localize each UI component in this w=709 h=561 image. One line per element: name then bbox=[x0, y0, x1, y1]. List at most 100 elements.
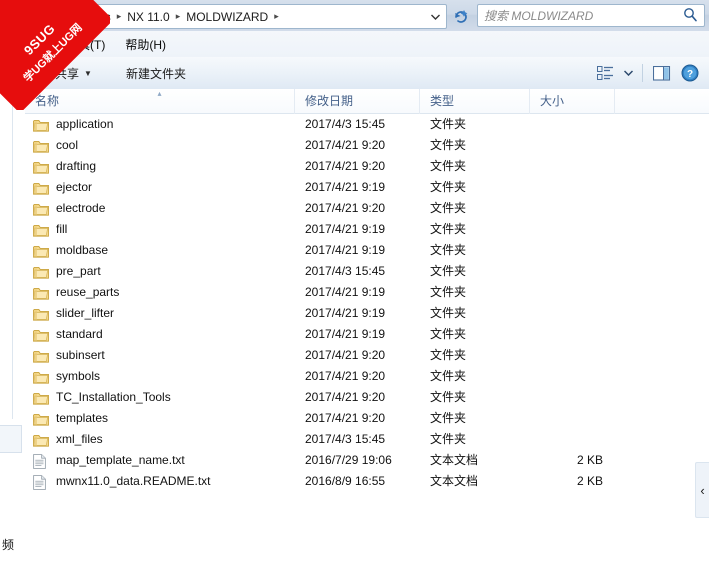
search-box[interactable]: 搜索 MOLDWIZARD bbox=[477, 4, 705, 27]
file-date-cell: 2017/4/21 9:19 bbox=[305, 222, 386, 236]
file-name-label: application bbox=[56, 117, 114, 131]
file-name-cell[interactable]: electrode bbox=[25, 198, 295, 219]
file-name-cell[interactable]: ejector bbox=[25, 177, 295, 198]
table-row[interactable]: ejector 2017/4/21 9:19 文件夹 bbox=[25, 177, 709, 198]
preview-pane-button[interactable] bbox=[649, 61, 675, 85]
file-name-cell[interactable]: moldbase bbox=[25, 240, 295, 261]
file-date-cell: 2017/4/21 9:20 bbox=[305, 159, 386, 173]
search-icon[interactable] bbox=[683, 7, 698, 25]
file-name-cell[interactable]: mwnx11.0_data.README.txt bbox=[25, 471, 295, 492]
file-name-cell[interactable]: drafting bbox=[25, 156, 295, 177]
column-header-row: ▴ 名称 修改日期 类型 大小 bbox=[25, 88, 709, 114]
file-list[interactable]: application 2017/4/3 15:45 文件夹 cool 2017/4/2… bbox=[25, 114, 709, 514]
file-name-cell[interactable]: cool bbox=[25, 135, 295, 156]
help-button[interactable]: ? bbox=[677, 61, 703, 85]
view-options-button[interactable] bbox=[592, 61, 618, 85]
file-name-cell[interactable]: slider_lifter bbox=[25, 303, 295, 324]
file-name-cell[interactable]: standard bbox=[25, 324, 295, 345]
folder-icon bbox=[33, 203, 49, 216]
folder-icon bbox=[33, 244, 49, 258]
table-row[interactable]: subinsert 2017/4/21 9:20 文件夹 bbox=[25, 345, 709, 366]
file-name-cell[interactable]: map_template_name.txt bbox=[25, 450, 295, 471]
menu-help[interactable]: 帮助(H) bbox=[115, 33, 176, 56]
file-name-label: mwnx11.0_data.README.txt bbox=[56, 474, 211, 488]
folder-icon bbox=[33, 223, 49, 237]
table-row[interactable]: standard 2017/4/21 9:19 文件夹 bbox=[25, 324, 709, 345]
help-icon: ? bbox=[681, 64, 699, 82]
breadcrumb-separator-2[interactable]: ▸ bbox=[271, 11, 282, 22]
file-name-cell[interactable]: templates bbox=[25, 408, 295, 429]
table-row[interactable]: symbols 2017/4/21 9:20 文件夹 bbox=[25, 366, 709, 387]
breadcrumb-separator-1[interactable]: ▸ bbox=[173, 11, 184, 22]
file-name-cell[interactable]: xml_files bbox=[25, 429, 295, 450]
table-row[interactable]: cool 2017/4/21 9:20 文件夹 bbox=[25, 135, 709, 156]
table-row[interactable]: application 2017/4/3 15:45 文件夹 bbox=[25, 114, 709, 135]
file-name-label: standard bbox=[56, 327, 103, 341]
breadcrumb-item-0[interactable]: Siemens bbox=[61, 10, 114, 24]
preview-pane-icon bbox=[653, 65, 671, 81]
folder-icon bbox=[33, 412, 49, 426]
chevron-down-icon bbox=[623, 70, 633, 76]
chevron-down-icon[interactable] bbox=[428, 10, 442, 24]
text-file-icon bbox=[33, 453, 49, 469]
file-name-cell[interactable]: subinsert bbox=[25, 345, 295, 366]
nav-pane-partial-item[interactable] bbox=[0, 425, 22, 453]
share-button[interactable]: 共享 ▼ bbox=[46, 61, 101, 86]
file-date-cell: 2017/4/21 9:19 bbox=[305, 285, 386, 299]
column-header-spacer[interactable] bbox=[615, 89, 709, 114]
table-row[interactable]: xml_files 2017/4/3 15:45 文件夹 bbox=[25, 429, 709, 450]
file-type-cell: 文件夹 bbox=[430, 369, 467, 383]
new-folder-button[interactable]: 新建文件夹 bbox=[117, 61, 195, 86]
table-row[interactable]: pre_part 2017/4/3 15:45 文件夹 bbox=[25, 261, 709, 282]
table-row[interactable]: map_template_name.txt 2016/7/29 19:06 文本文档… bbox=[25, 450, 709, 471]
column-header-name[interactable]: ▴ 名称 bbox=[25, 88, 295, 114]
table-row[interactable]: templates 2017/4/21 9:20 文件夹 bbox=[25, 408, 709, 429]
file-name-cell[interactable]: symbols bbox=[25, 366, 295, 387]
collapse-pane-handle[interactable]: ‹ bbox=[695, 462, 709, 518]
folder-icon bbox=[33, 433, 49, 447]
folder-icon bbox=[33, 413, 49, 426]
table-row[interactable]: electrode 2017/4/21 9:20 文件夹 bbox=[25, 198, 709, 219]
breadcrumb-separator-0[interactable]: ▸ bbox=[114, 11, 125, 22]
folder-icon bbox=[33, 350, 49, 363]
table-row[interactable]: fill 2017/4/21 9:19 文件夹 bbox=[25, 219, 709, 240]
file-type-cell: 文件夹 bbox=[430, 411, 467, 425]
file-date-cell: 2016/7/29 19:06 bbox=[305, 453, 392, 467]
table-row[interactable]: moldbase 2017/4/21 9:19 文件夹 bbox=[25, 240, 709, 261]
column-header-type[interactable]: 类型 bbox=[420, 88, 530, 114]
folder-icon bbox=[33, 119, 49, 132]
command-toolbar: 共享 ▼ 新建文件夹 ? bbox=[0, 57, 709, 90]
refresh-button[interactable] bbox=[450, 5, 472, 26]
table-row[interactable]: drafting 2017/4/21 9:20 文件夹 bbox=[25, 156, 709, 177]
file-size-cell bbox=[530, 240, 615, 261]
table-row[interactable]: reuse_parts 2017/4/21 9:19 文件夹 bbox=[25, 282, 709, 303]
file-size-cell bbox=[530, 387, 615, 408]
folder-icon bbox=[33, 308, 49, 321]
column-header-size[interactable]: 大小 bbox=[530, 88, 615, 114]
file-name-cell[interactable]: pre_part bbox=[25, 261, 295, 282]
file-name-cell[interactable]: TC_Installation_Tools bbox=[25, 387, 295, 408]
menu-tools[interactable]: 工具(T) bbox=[56, 33, 115, 56]
folder-icon bbox=[33, 265, 49, 279]
file-name-label: pre_part bbox=[56, 264, 101, 278]
table-row[interactable]: mwnx11.0_data.README.txt 2016/8/9 16:55 文本… bbox=[25, 471, 709, 492]
file-name-cell[interactable]: fill bbox=[25, 219, 295, 240]
breadcrumb-item-1[interactable]: NX 11.0 bbox=[124, 10, 172, 24]
table-row[interactable]: TC_Installation_Tools 2017/4/21 9:20 文件夹 bbox=[25, 387, 709, 408]
file-date-cell: 2017/4/3 15:45 bbox=[305, 117, 386, 131]
table-row[interactable]: slider_lifter 2017/4/21 9:19 文件夹 bbox=[25, 303, 709, 324]
view-options-dropdown[interactable] bbox=[620, 61, 636, 85]
file-date-cell: 2017/4/21 9:20 bbox=[305, 390, 386, 404]
column-header-date-label: 修改日期 bbox=[305, 93, 354, 108]
file-name-cell[interactable]: reuse_parts bbox=[25, 282, 295, 303]
file-date-cell: 2017/4/21 9:20 bbox=[305, 138, 386, 152]
file-type-cell: 文件夹 bbox=[430, 243, 467, 257]
folder-icon bbox=[33, 370, 49, 384]
folder-icon bbox=[33, 349, 49, 363]
column-header-date[interactable]: 修改日期 bbox=[295, 88, 420, 114]
search-input[interactable]: 搜索 MOLDWIZARD bbox=[484, 7, 683, 24]
address-breadcrumb-box[interactable]: Siemens ▸ NX 11.0 ▸ MOLDWIZARD ▸ bbox=[60, 4, 447, 29]
refresh-icon bbox=[455, 9, 468, 23]
file-name-cell[interactable]: application bbox=[25, 114, 295, 135]
breadcrumb-item-2[interactable]: MOLDWIZARD bbox=[183, 10, 271, 24]
